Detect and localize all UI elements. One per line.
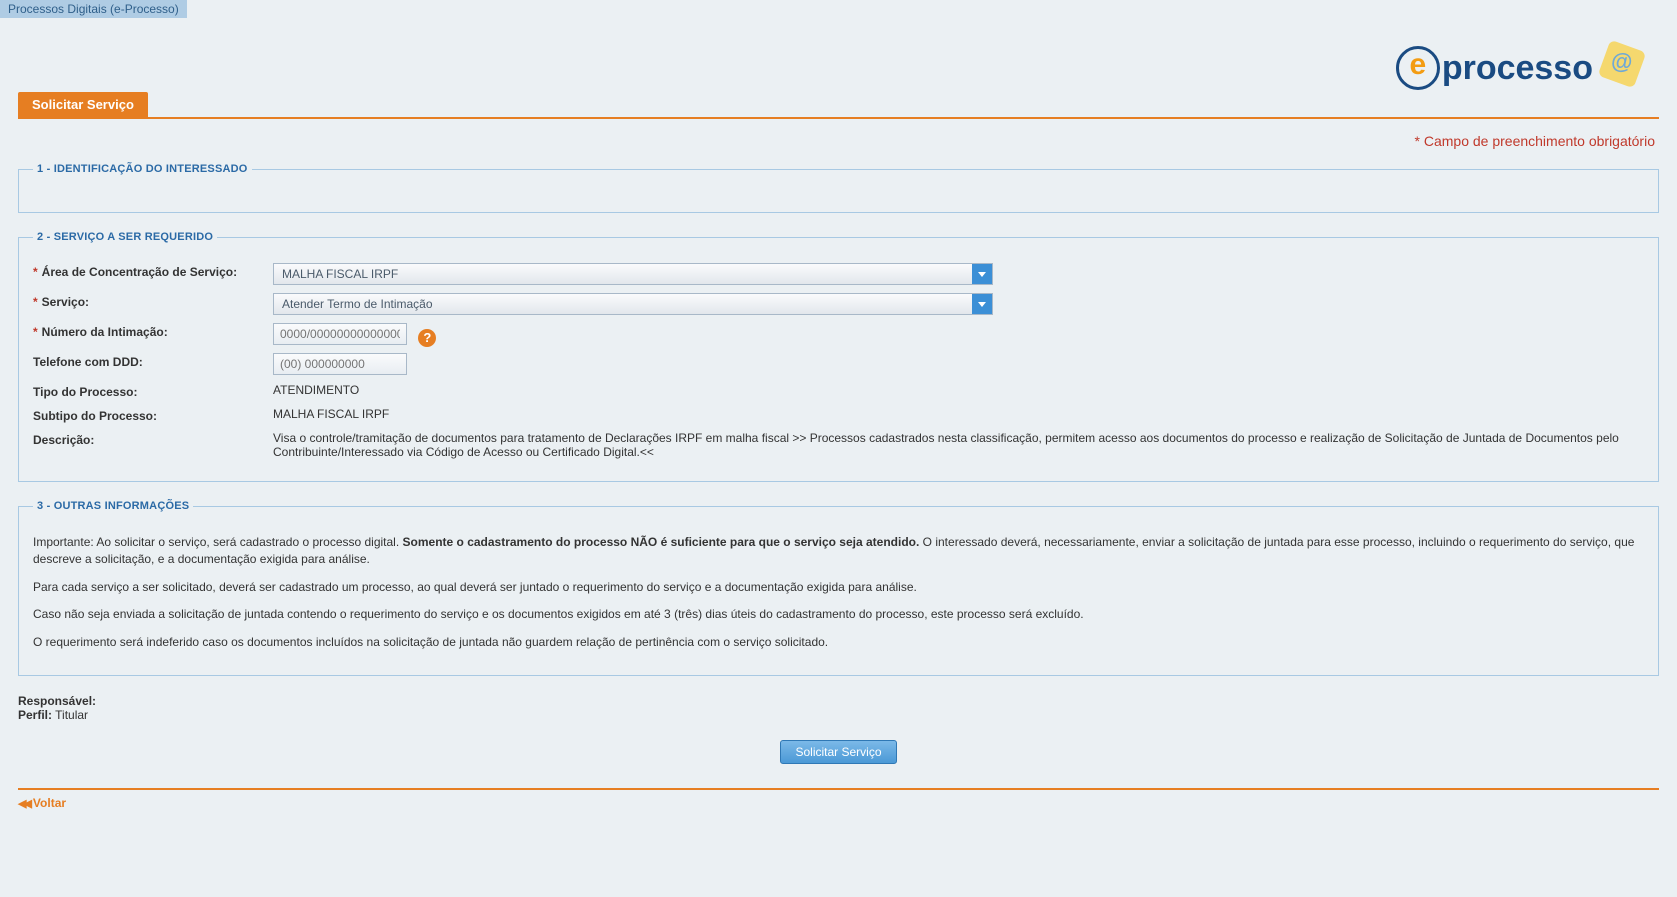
- numero-intimacao-label: *Número da Intimação:: [33, 323, 273, 339]
- section-outras-informacoes: 3 - OUTRAS INFORMAÇÕES Importante: Ao so…: [18, 500, 1659, 676]
- info-paragraph-4: O requerimento será indeferido caso os d…: [33, 634, 1644, 651]
- logo: processo: [1396, 43, 1659, 93]
- section-outras-legend: 3 - OUTRAS INFORMAÇÕES: [33, 500, 193, 512]
- section-identificacao-legend: 1 - IDENTIFICAÇÃO DO INTERESSADO: [33, 163, 252, 175]
- section-servico: 2 - SERVIÇO A SER REQUERIDO *Área de Con…: [18, 231, 1659, 482]
- telefone-input[interactable]: [273, 353, 407, 375]
- top-bar-title: Processos Digitais (e-Processo): [0, 0, 187, 18]
- logo-swirl-icon: [1599, 43, 1659, 93]
- solicitar-servico-button[interactable]: Solicitar Serviço: [780, 740, 896, 764]
- area-concentracao-value: MALHA FISCAL IRPF: [274, 267, 972, 281]
- help-icon[interactable]: ?: [418, 329, 436, 347]
- section-identificacao: 1 - IDENTIFICAÇÃO DO INTERESSADO: [18, 163, 1659, 213]
- logo-e-icon: [1396, 46, 1440, 90]
- chevron-down-icon: [972, 294, 992, 314]
- back-arrow-icon: ◀◀: [18, 797, 29, 810]
- chevron-down-icon: [972, 264, 992, 284]
- info-paragraph-3: Caso não seja enviada a solicitação de j…: [33, 606, 1644, 623]
- subtipo-processo-label: Subtipo do Processo:: [33, 407, 273, 423]
- servico-value: Atender Termo de Intimação: [274, 297, 972, 311]
- page-title-tab: Solicitar Serviço: [18, 92, 148, 117]
- logo-text: processo: [1442, 49, 1593, 88]
- area-concentracao-label: *Área de Concentração de Serviço:: [33, 263, 273, 279]
- responsavel-label: Responsável:: [18, 694, 96, 708]
- header-row: processo: [18, 18, 1659, 88]
- info-paragraph-2: Para cada serviço a ser solicitado, deve…: [33, 579, 1644, 596]
- voltar-label: Voltar: [33, 796, 66, 810]
- servico-label: *Serviço:: [33, 293, 273, 309]
- numero-intimacao-input[interactable]: [273, 323, 407, 345]
- perfil-label: Perfil:: [18, 708, 52, 722]
- footer-divider: [18, 788, 1659, 790]
- descricao-label: Descrição:: [33, 431, 273, 447]
- servico-dropdown[interactable]: Atender Termo de Intimação: [273, 293, 993, 315]
- section-servico-legend: 2 - SERVIÇO A SER REQUERIDO: [33, 231, 217, 243]
- telefone-label: Telefone com DDD:: [33, 353, 273, 369]
- bottom-meta: Responsável: Perfil: Titular: [18, 694, 1659, 722]
- subtipo-processo-value: MALHA FISCAL IRPF: [273, 407, 1644, 421]
- descricao-value: Visa o controle/tramitação de documentos…: [273, 431, 1644, 459]
- perfil-value: Titular: [55, 708, 88, 722]
- info-paragraph-1: Importante: Ao solicitar o serviço, será…: [33, 534, 1644, 569]
- page-title-bar: Solicitar Serviço: [18, 92, 1659, 119]
- required-fields-note: * Campo de preenchimento obrigatório: [18, 133, 1655, 149]
- tipo-processo-value: ATENDIMENTO: [273, 383, 1644, 397]
- area-concentracao-dropdown[interactable]: MALHA FISCAL IRPF: [273, 263, 993, 285]
- tipo-processo-label: Tipo do Processo:: [33, 383, 273, 399]
- voltar-link[interactable]: ◀◀ Voltar: [18, 796, 66, 810]
